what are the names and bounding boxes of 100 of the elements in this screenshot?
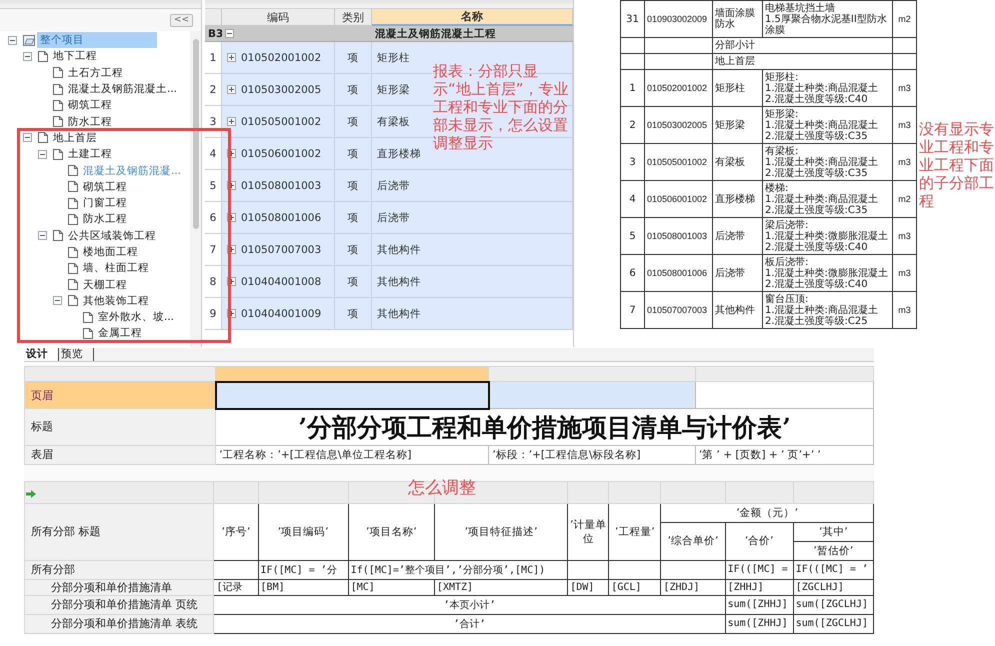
table-cell: 矩形梁: 1.混凝土种类:商品混凝土 2.混凝土强度等级:C35 [762,106,892,144]
row-number: 1 [205,42,222,74]
table-cell: 6 [620,254,644,292]
column-header[interactable]: 类别 [335,9,372,26]
table-cell: 后浇带 [372,170,573,202]
tree-item[interactable]: 地上首层 [50,130,100,146]
tree-item[interactable]: 防水工程 [65,114,115,130]
expand-icon[interactable] [227,117,236,126]
table-cell: 直形楼梯 [712,180,762,218]
document-icon [38,132,48,144]
formula-cell: If([MC]=’整个项目’,’分部分项’,[MC]) [348,560,568,579]
document-icon [53,230,63,242]
tree-item[interactable]: 土石方工程 [65,64,126,81]
document-icon [68,198,78,209]
tree-item[interactable]: 土建工程 [65,146,115,162]
annotation-text: 没有显示专业工程和专业工程下面的子分部工程 [919,120,995,210]
table-cell: 地上首层 [712,54,892,70]
tab[interactable]: 预览 [59,348,94,361]
collapse-icon[interactable] [38,231,47,240]
table-cell: 1 [620,70,644,106]
expand-icon[interactable] [227,53,236,62]
table-cell: 项 [335,74,372,106]
formula-cell: ’本页小计’ [214,595,726,614]
tree-item[interactable]: 门窗工程 [80,195,130,212]
scrollbar[interactable] [190,31,201,347]
table-cell: 2 [620,106,644,144]
header-corner [205,9,222,26]
formula-cell: ’合计’ [214,614,726,633]
table-cell: 010506001002 [644,180,712,218]
selected-cell[interactable] [488,382,696,408]
band-label[interactable]: 分部分项和单价措施清单 表统 [24,614,214,633]
formula-cell: [ZHHJ] [725,579,794,595]
tree-item[interactable]: 楼地面工程 [80,244,141,260]
column-heading: ’综合单价’ [660,522,726,560]
document-icon [83,328,93,339]
table-cell: 墙面涂膜防水 [712,0,762,38]
table-cell: 项 [335,42,372,74]
collapse-icon[interactable] [53,296,62,306]
item-code: 010404001009 [241,308,322,320]
document-icon [53,100,63,111]
band-label[interactable]: 所有分部 标题 [24,503,214,560]
collapse-icon[interactable] [23,52,32,61]
document-icon [53,84,63,95]
table-cell: 7 [620,292,644,328]
column-header[interactable]: 名称 [372,9,573,26]
collapse-icon[interactable] [23,133,32,142]
band-label[interactable]: 分部分项和单价措施清单 页统 [24,595,214,614]
formula-cell: [BM] [258,579,348,595]
table-cell: 010502001002 [644,70,712,106]
tree-item[interactable]: 混凝土及钢筋混凝土... [65,81,180,98]
band-label[interactable]: 标题 [24,408,216,445]
band-cell: ’工程名称：’+[工程信息\单位工程名称] [216,445,489,464]
tree-item[interactable]: 地下工程 [50,48,100,64]
table-cell: 有梁板: 1.混凝土种类:商品混凝土 2.混凝土强度等级:C35 [762,144,892,180]
annotation-text: 报表：分部只显示“地上首层”，专业工程和专业下面的分部未显示，怎么设置调整显示 [433,62,569,152]
item-code: 010508001006 [241,212,322,224]
tree-item[interactable]: 墙、柱面工程 [80,260,152,276]
collapse-icon[interactable] [38,150,47,159]
formula-cell: [XMTZ] [434,579,568,595]
tree-item[interactable]: 室外散水、坡... [95,309,178,326]
collapse-icon[interactable] [8,36,17,45]
table-cell: 项 [335,138,372,170]
band-label[interactable]: 分部分项和单价措施清单 [24,579,214,595]
item-code: 010503002005 [241,84,322,96]
collapse-button[interactable]: << [170,14,193,26]
band-cell: ’第 ’ + [页数] + ’ 页’+’ ’ [695,445,874,464]
band-label[interactable]: 所有分部 [24,560,214,579]
column-heading: ’项目特征描述’ [434,503,568,560]
table-cell: 板后浇带: 1.混凝土种类:微膨胀混凝土 2.混凝土强度等级:C40 [762,254,892,292]
tree-item[interactable]: 其他装饰工程 [80,292,152,309]
tree-item[interactable]: 天棚工程 [80,276,130,293]
tree-item[interactable]: 金属工程 [95,325,145,342]
table-cell: 010508001003 [644,218,712,254]
table-cell: 4 [620,180,644,218]
column-heading: ’合价’ [725,522,794,560]
document-icon [83,312,93,323]
band-label[interactable]: 表眉 [24,445,216,464]
table-cell: m2 [892,0,916,38]
collapse-icon[interactable] [225,29,234,38]
table-cell: 后浇带 [712,254,762,292]
row-number: 9 [205,298,222,330]
table-cell: 项 [335,202,372,234]
tree-item[interactable]: 防水工程 [80,211,130,228]
column-heading: ’工程量’ [608,503,661,560]
table-cell: 010903002009 [644,0,712,38]
tree-item[interactable]: 砌筑工程 [80,178,130,195]
table-cell: 3 [620,144,644,180]
table-cell: m3 [892,218,916,254]
tree-item[interactable]: 公共区域装饰工程 [65,228,159,244]
expand-icon[interactable] [227,85,236,94]
column-header[interactable] [216,366,489,382]
item-code: 010506001002 [241,148,322,160]
table-cell: 项 [335,106,372,138]
column-header[interactable]: 编码 [222,9,335,26]
tree-item[interactable]: 砌筑工程 [65,97,115,114]
item-code: 010508001003 [241,180,322,192]
tab[interactable]: 设计 [24,348,59,361]
band-label[interactable]: 页眉 [24,382,216,408]
selected-cell[interactable] [216,382,489,408]
document-icon [38,50,48,62]
